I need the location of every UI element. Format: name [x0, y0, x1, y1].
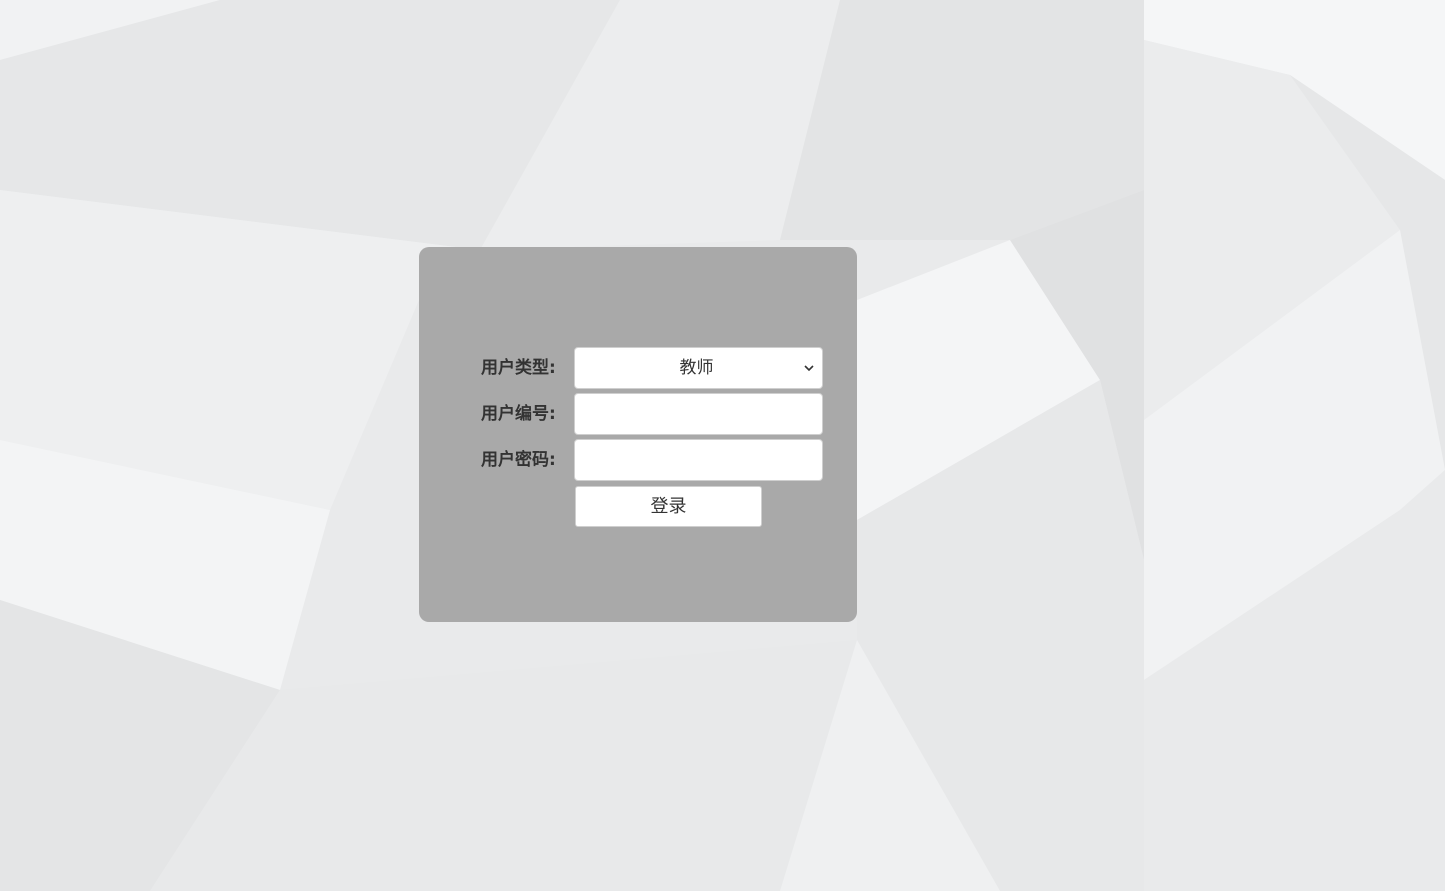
password-row: 用户密码:	[419, 439, 857, 481]
user-type-label: 用户类型:	[481, 358, 556, 378]
user-id-row: 用户编号:	[419, 393, 857, 435]
login-button[interactable]: 登录	[575, 486, 762, 527]
password-label: 用户密码:	[481, 450, 556, 470]
user-type-select[interactable]: 教师	[574, 347, 823, 389]
user-id-input[interactable]	[574, 393, 823, 435]
user-type-row: 用户类型: 教师	[419, 347, 857, 389]
chevron-down-icon	[804, 365, 814, 372]
password-input[interactable]	[574, 439, 823, 481]
login-panel: 用户类型: 教师 用户编号: 用户密码: 登录	[419, 247, 857, 622]
user-type-selected-value: 教师	[679, 358, 714, 378]
user-id-label: 用户编号:	[481, 404, 556, 424]
